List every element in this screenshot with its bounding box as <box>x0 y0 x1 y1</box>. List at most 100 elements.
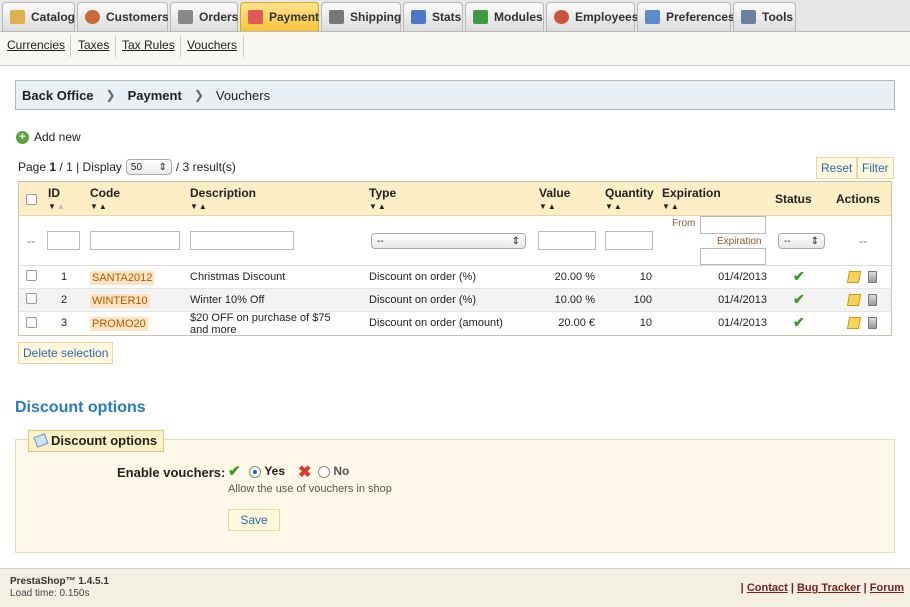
tab-stats[interactable]: Stats <box>403 2 463 31</box>
version-text: PrestaShop™ 1.4.5.1 <box>10 576 109 587</box>
row-checkbox[interactable] <box>26 270 37 281</box>
filter-expiration-to-input[interactable] <box>700 248 766 265</box>
tab-catalog[interactable]: Catalog <box>2 2 75 31</box>
radio-no-indicator <box>318 465 330 478</box>
header-actions: Actions <box>836 192 881 206</box>
enable-vouchers-label: Enable vouchers: <box>117 465 226 480</box>
tab-customers[interactable]: Customers <box>77 2 169 31</box>
table-row[interactable]: 2 WINTER10 Winter 10% Off Discount on or… <box>19 289 891 312</box>
tab-shipping[interactable]: Shipping <box>321 2 401 31</box>
filter-quantity-input[interactable] <box>605 231 653 250</box>
footer-links: | Contact | Bug Tracker | Forum <box>740 582 904 594</box>
load-time: Load time: 0.150s <box>10 588 90 599</box>
sort-quantity[interactable]: ▼▲ <box>605 202 623 211</box>
select-all-checkbox[interactable] <box>26 194 37 205</box>
row-code: WINTER10 <box>90 294 150 308</box>
hint-text: Allow the use of vouchers in shop <box>228 483 392 495</box>
delete-icon[interactable] <box>868 271 877 283</box>
delete-selection-button[interactable]: Delete selection <box>18 342 114 364</box>
edit-icon[interactable] <box>846 317 862 329</box>
filter-from-label: From <box>672 218 696 229</box>
vouchers-table: ID ▼▲ Code ▼▲ Description ▼▲ Type ▼▲ Val… <box>18 181 892 336</box>
chevron-right-icon: ❯ <box>105 88 116 102</box>
tab-employees[interactable]: Employees <box>546 2 638 31</box>
current-page: 1 <box>49 160 57 174</box>
row-value: 20.00 % <box>554 271 595 283</box>
select-arrows-icon: ⇕ <box>158 161 167 173</box>
subnav-vouchers[interactable]: Vouchers <box>187 38 237 52</box>
enabled-check-icon[interactable]: ✔ <box>793 314 805 331</box>
tab-preferences[interactable]: Preferences <box>637 2 735 31</box>
table-row[interactable]: 1 SANTA2012 Christmas Discount Discount … <box>19 266 891 289</box>
breadcrumb-vouchers: Vouchers <box>215 87 271 103</box>
subnav-divider <box>243 35 244 57</box>
row-expiration: 01/4/2013 <box>718 317 767 329</box>
wrench-icon <box>741 10 756 24</box>
filter-dash: -- <box>27 234 35 248</box>
subnav-tax-rules[interactable]: Tax Rules <box>122 38 175 52</box>
tab-tools[interactable]: Tools <box>733 2 796 31</box>
row-value: 20.00 € <box>558 317 595 329</box>
row-id: 1 <box>61 271 68 283</box>
filter-value-input[interactable] <box>538 231 596 250</box>
bug-tracker-link[interactable]: Bug Tracker <box>797 582 861 594</box>
subnav-divider <box>115 35 116 57</box>
delete-icon[interactable] <box>868 317 877 329</box>
filter-code-input[interactable] <box>90 231 180 250</box>
delete-icon[interactable] <box>868 294 877 306</box>
radio-no[interactable]: No <box>318 464 349 478</box>
filter-status-select[interactable]: -- ⇕ <box>778 233 825 249</box>
header-description: Description <box>190 186 257 200</box>
save-button[interactable]: Save <box>228 509 280 531</box>
subnav-divider <box>70 35 71 57</box>
sort-value[interactable]: ▼▲ <box>539 202 557 211</box>
subnav-divider <box>180 35 181 57</box>
row-quantity: 100 <box>633 294 652 306</box>
edit-icon[interactable] <box>846 271 862 283</box>
radio-yes[interactable]: Yes <box>249 464 285 478</box>
add-new-link[interactable]: + Add new <box>16 130 81 144</box>
row-quantity: 10 <box>639 317 652 329</box>
cart-icon <box>178 10 193 24</box>
filter-id-input[interactable] <box>47 231 80 250</box>
row-expiration: 01/4/2013 <box>718 271 767 283</box>
puzzle-icon <box>473 10 488 24</box>
enabled-check-icon[interactable]: ✔ <box>793 268 805 285</box>
row-checkbox[interactable] <box>26 317 37 328</box>
sort-expiration[interactable]: ▼▲ <box>662 202 680 211</box>
contact-link[interactable]: Contact <box>747 582 788 594</box>
enabled-check-icon[interactable]: ✔ <box>793 291 805 308</box>
sort-description[interactable]: ▼▲ <box>190 202 208 211</box>
sort-type[interactable]: ▼▲ <box>369 202 387 211</box>
tab-payment[interactable]: Payment <box>240 2 319 31</box>
row-type: Discount on order (%) <box>369 271 476 283</box>
breadcrumb-payment[interactable]: Payment <box>128 88 182 103</box>
reset-button[interactable]: Reset <box>816 157 858 179</box>
tab-orders[interactable]: Orders <box>170 2 238 31</box>
row-description: Winter 10% Off <box>190 294 265 306</box>
filter-expiration-from-input[interactable] <box>700 216 766 234</box>
filter-expiration-label: Expiration <box>717 236 762 247</box>
fieldset-legend: Discount options <box>28 430 165 452</box>
select-arrows-icon: ⇕ <box>511 235 520 247</box>
breadcrumb-back-office[interactable]: Back Office <box>22 88 94 103</box>
filter-description-input[interactable] <box>190 231 294 250</box>
tab-modules[interactable]: Modules <box>465 2 544 31</box>
display-count-select[interactable]: 50 ⇕ <box>125 159 172 175</box>
row-checkbox[interactable] <box>26 293 37 304</box>
table-row[interactable]: 3 PROMO20 $20 OFF on purchase of $75 and… <box>19 312 891 336</box>
row-value: 10.00 % <box>554 294 595 306</box>
filter-type-select[interactable]: -- ⇕ <box>371 233 526 249</box>
edit-icon[interactable] <box>846 294 862 306</box>
header-expiration: Expiration <box>662 186 721 200</box>
subnav-currencies[interactable]: Currencies <box>7 38 65 52</box>
header-code: Code <box>90 186 120 200</box>
sort-code[interactable]: ▼▲ <box>90 202 108 211</box>
subnav-taxes[interactable]: Taxes <box>78 38 109 52</box>
select-arrows-icon: ⇕ <box>810 235 819 247</box>
stats-icon <box>411 10 426 24</box>
sort-id[interactable]: ▼▲ <box>48 202 66 211</box>
filter-button[interactable]: Filter <box>857 157 894 179</box>
forum-link[interactable]: Forum <box>870 582 904 594</box>
no-cross-icon: ✖ <box>298 464 312 481</box>
